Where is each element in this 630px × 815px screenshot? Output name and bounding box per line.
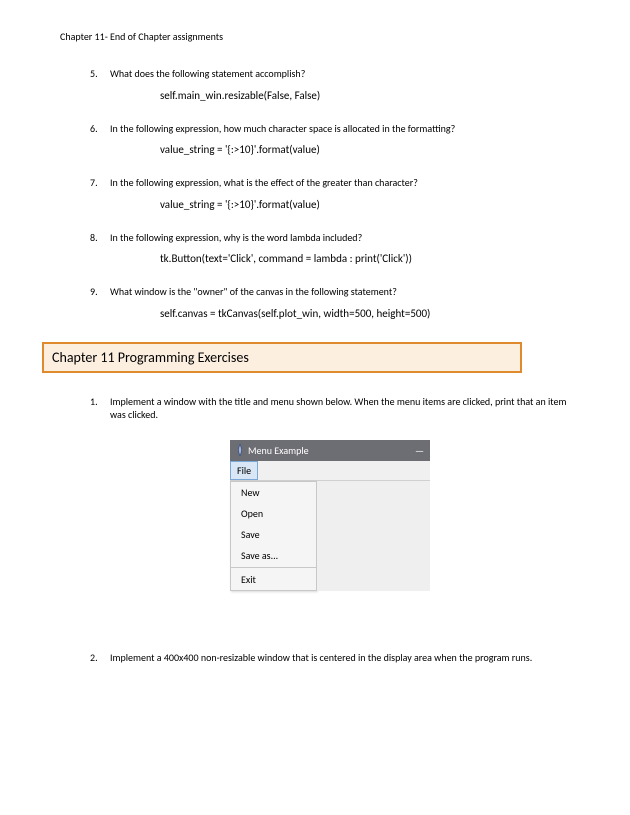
menu-separator [231, 567, 316, 568]
programming-list: 1. Implement a window with the title and… [60, 395, 575, 665]
programming-number: 2. [90, 651, 110, 665]
menu-item-save: Save [231, 524, 316, 545]
programming-text: Implement a window with the title and me… [110, 395, 575, 422]
window-title: Menu Example [248, 444, 309, 457]
question-text: In the following expression, why is the … [110, 231, 575, 245]
window-client-area [317, 481, 430, 591]
programming-item: 2. Implement a 400x400 non-resizable win… [90, 651, 575, 665]
question-item: 8. In the following expression, why is t… [90, 231, 575, 266]
question-number: 5. [90, 67, 110, 102]
window-titlebar: Menu Example — [230, 440, 430, 461]
question-code: self.main_win.resizable(False, False) [160, 89, 575, 102]
menubar: File [230, 461, 430, 481]
question-number: 6. [90, 122, 110, 157]
question-code: tk.Button(text='Click', command = lambda… [160, 252, 575, 265]
question-number: 7. [90, 176, 110, 211]
feather-icon [236, 444, 244, 456]
programming-number: 1. [90, 395, 110, 631]
question-code: self.canvas = tkCanvas(self.plot_win, wi… [160, 307, 575, 320]
programming-item: 1. Implement a window with the title and… [90, 395, 575, 631]
question-list: 5. What does the following statement acc… [60, 67, 575, 320]
question-item: 6. In the following expression, how much… [90, 122, 575, 157]
menu-item-new: New [231, 482, 316, 503]
question-item: 5. What does the following statement acc… [90, 67, 575, 102]
question-text: What window is the "owner" of the canvas… [110, 285, 575, 299]
question-number: 8. [90, 231, 110, 266]
menu-item-exit: Exit [231, 569, 316, 590]
question-code: value_string = '{:>10}'.format(value) [160, 143, 575, 156]
question-text: In the following expression, how much ch… [110, 122, 575, 136]
programming-text: Implement a 400x400 non-resizable window… [110, 651, 575, 665]
minimize-icon: — [415, 444, 424, 457]
question-code: value_string = '{:>10}'.format(value) [160, 198, 575, 211]
file-menu-label: File [230, 461, 258, 480]
menu-item-open: Open [231, 503, 316, 524]
file-dropdown: New Open Save Save as... Exit [230, 481, 317, 591]
menu-item-saveas: Save as... [231, 545, 316, 566]
menu-example-figure: Menu Example — File New Open Save Save a… [230, 440, 430, 591]
question-item: 7. In the following expression, what is … [90, 176, 575, 211]
section-banner: Chapter 11 Programming Exercises [42, 342, 522, 373]
question-text: In the following expression, what is the… [110, 176, 575, 190]
question-number: 9. [90, 285, 110, 320]
question-text: What does the following statement accomp… [110, 67, 575, 81]
question-item: 9. What window is the "owner" of the can… [90, 285, 575, 320]
page-header: Chapter 11- End of Chapter assignments [60, 30, 575, 43]
